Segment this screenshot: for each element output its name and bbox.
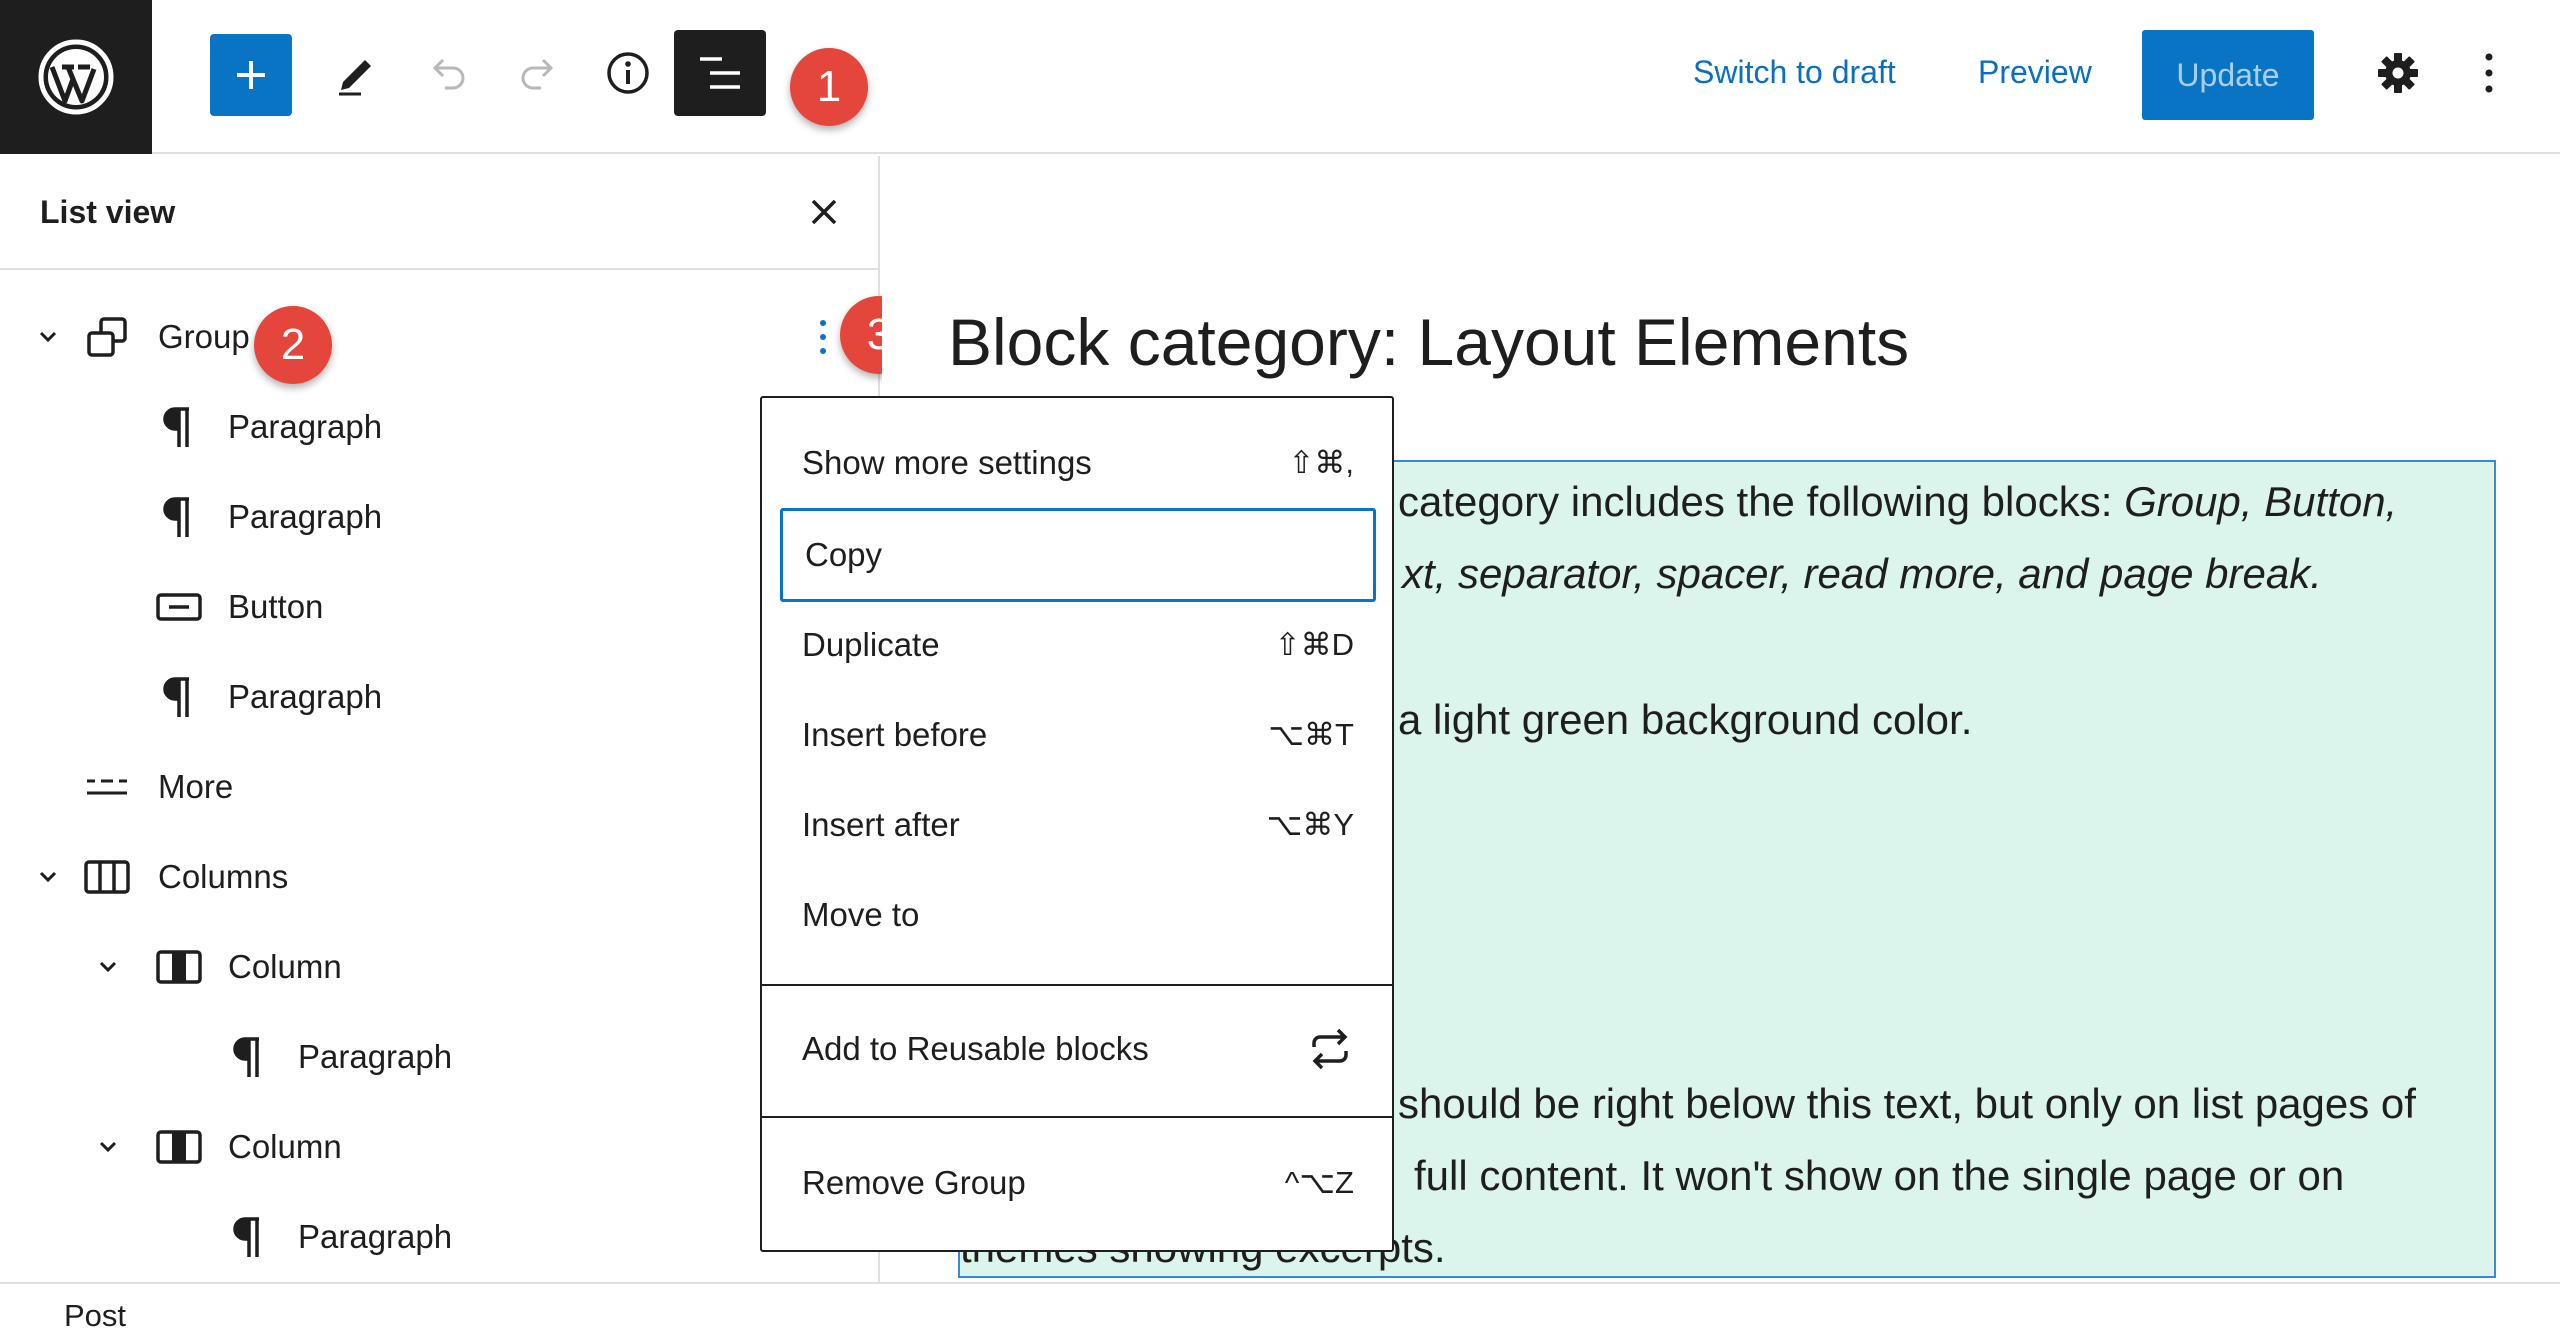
- paragraph-icon: [156, 674, 202, 720]
- column-icon: [156, 944, 202, 990]
- add-block-button[interactable]: [210, 34, 292, 116]
- list-item-paragraph[interactable]: Paragraph: [0, 662, 760, 732]
- menu-item-show-more-settings[interactable]: Show more settings ⇧⌘,: [780, 416, 1376, 510]
- list-item-paragraph[interactable]: Paragraph: [0, 1022, 760, 1092]
- editor-footer: Post: [0, 1282, 2560, 1344]
- plus-icon: [237, 61, 265, 89]
- post-title[interactable]: Block category: Layout Elements: [948, 304, 1909, 380]
- info-icon: [607, 52, 649, 94]
- list-item-paragraph[interactable]: Paragraph: [0, 392, 760, 462]
- list-item-label: Group: [158, 318, 250, 355]
- switch-to-draft-button[interactable]: Switch to draft: [1693, 54, 1896, 91]
- chevron-down-icon[interactable]: [32, 321, 64, 353]
- details-button[interactable]: [586, 30, 670, 116]
- annotation-badge-1: 1: [790, 48, 868, 126]
- chevron-down-icon[interactable]: [92, 951, 124, 983]
- reusable-block-icon: [1312, 1028, 1348, 1070]
- more-icon: [84, 764, 130, 810]
- list-item-label: Paragraph: [298, 1218, 453, 1255]
- menu-item-move-to[interactable]: Move to: [780, 868, 1376, 962]
- paragraph-line[interactable]: xt, separator, spacer, read more, and pa…: [1402, 538, 2322, 610]
- list-item-label: Button: [228, 588, 324, 625]
- button-icon: [156, 584, 202, 630]
- pencil-icon: [339, 60, 371, 96]
- list-view-icon: [700, 57, 740, 89]
- tools-button[interactable]: [314, 30, 398, 116]
- list-item-label: Columns: [158, 858, 289, 895]
- close-icon: [811, 199, 837, 225]
- paragraph-icon: [226, 1034, 272, 1080]
- menu-item-remove-group[interactable]: Remove Group ^⌥Z: [780, 1136, 1376, 1230]
- paragraph-line[interactable]: category includes the following blocks: …: [1398, 466, 2397, 538]
- editor-toolbar: 1 Switch to draft Preview Update: [0, 0, 2560, 154]
- list-item-label: Paragraph: [228, 408, 383, 445]
- list-view-panel: List view Group 2 3 Paragraph Paragraph …: [0, 156, 918, 1282]
- list-item-paragraph[interactable]: Paragraph: [0, 1202, 760, 1272]
- redo-button[interactable]: [496, 30, 580, 116]
- list-item-label: More: [158, 768, 234, 805]
- update-button[interactable]: Update: [2142, 30, 2314, 120]
- menu-divider: [762, 1116, 1392, 1118]
- menu-item-insert-before[interactable]: Insert before ⌥⌘T: [780, 688, 1376, 782]
- list-item-label: Paragraph: [228, 498, 383, 535]
- chevron-down-icon[interactable]: [92, 1131, 124, 1163]
- list-view-header: List view: [0, 156, 880, 270]
- group-icon: [84, 314, 130, 360]
- list-item-button[interactable]: Button: [0, 572, 760, 642]
- gear-icon: [2378, 53, 2418, 93]
- paragraph-icon: [156, 404, 202, 450]
- options-button[interactable]: [2446, 30, 2532, 116]
- menu-item-duplicate[interactable]: Duplicate ⇧⌘D: [780, 598, 1376, 692]
- list-item-paragraph[interactable]: Paragraph: [0, 482, 760, 552]
- list-item-group[interactable]: Group: [0, 302, 800, 372]
- paragraph-line[interactable]: full content. It won't show on the singl…: [1414, 1140, 2344, 1212]
- list-item-more[interactable]: More: [0, 752, 760, 822]
- list-item-column[interactable]: Column: [0, 932, 760, 1002]
- shortcut: ⇧⌘D: [1274, 627, 1354, 662]
- shortcut: ^⌥Z: [1284, 1165, 1354, 1200]
- shortcut: ⌥⌘Y: [1266, 807, 1354, 842]
- list-item-column[interactable]: Column: [0, 1112, 760, 1182]
- paragraph-icon: [226, 1214, 272, 1260]
- menu-item-insert-after[interactable]: Insert after ⌥⌘Y: [780, 778, 1376, 872]
- more-vertical-icon: [2485, 53, 2493, 93]
- menu-divider: [762, 984, 1392, 986]
- paragraph-icon: [156, 494, 202, 540]
- chevron-down-icon[interactable]: [32, 861, 64, 893]
- undo-icon: [432, 58, 465, 90]
- menu-item-add-to-reusable-blocks[interactable]: Add to Reusable blocks: [780, 1002, 1376, 1096]
- paragraph-line[interactable]: a light green background color.: [1398, 684, 1972, 756]
- annotation-badge-2: 2: [254, 306, 332, 384]
- paragraph-line[interactable]: should be right below this text, but onl…: [1398, 1068, 2416, 1140]
- wordpress-logo[interactable]: [0, 0, 152, 154]
- block-options-menu: Show more settings ⇧⌘, Copy Duplicate ⇧⌘D …: [760, 396, 1394, 1252]
- shortcut: ⇧⌘,: [1288, 445, 1354, 480]
- settings-button[interactable]: [2356, 30, 2440, 116]
- list-view-button[interactable]: [674, 30, 766, 116]
- wordpress-icon: [38, 39, 114, 115]
- column-icon: [156, 1124, 202, 1170]
- list-item-label: Column: [228, 1128, 342, 1165]
- columns-icon: [84, 854, 130, 900]
- block-options-button[interactable]: [808, 308, 838, 366]
- list-item-label: Column: [228, 948, 342, 985]
- close-list-view-button[interactable]: [804, 192, 844, 232]
- undo-button[interactable]: [406, 30, 490, 116]
- shortcut: ⌥⌘T: [1268, 717, 1354, 752]
- redo-icon: [521, 58, 554, 90]
- list-view-title: List view: [40, 194, 176, 230]
- list-item-label: Paragraph: [228, 678, 383, 715]
- list-item-columns[interactable]: Columns: [0, 842, 760, 912]
- list-item-label: Paragraph: [298, 1038, 453, 1075]
- breadcrumb[interactable]: Post: [64, 1298, 126, 1334]
- preview-button[interactable]: Preview: [1978, 54, 2092, 91]
- menu-item-copy[interactable]: Copy: [780, 508, 1376, 602]
